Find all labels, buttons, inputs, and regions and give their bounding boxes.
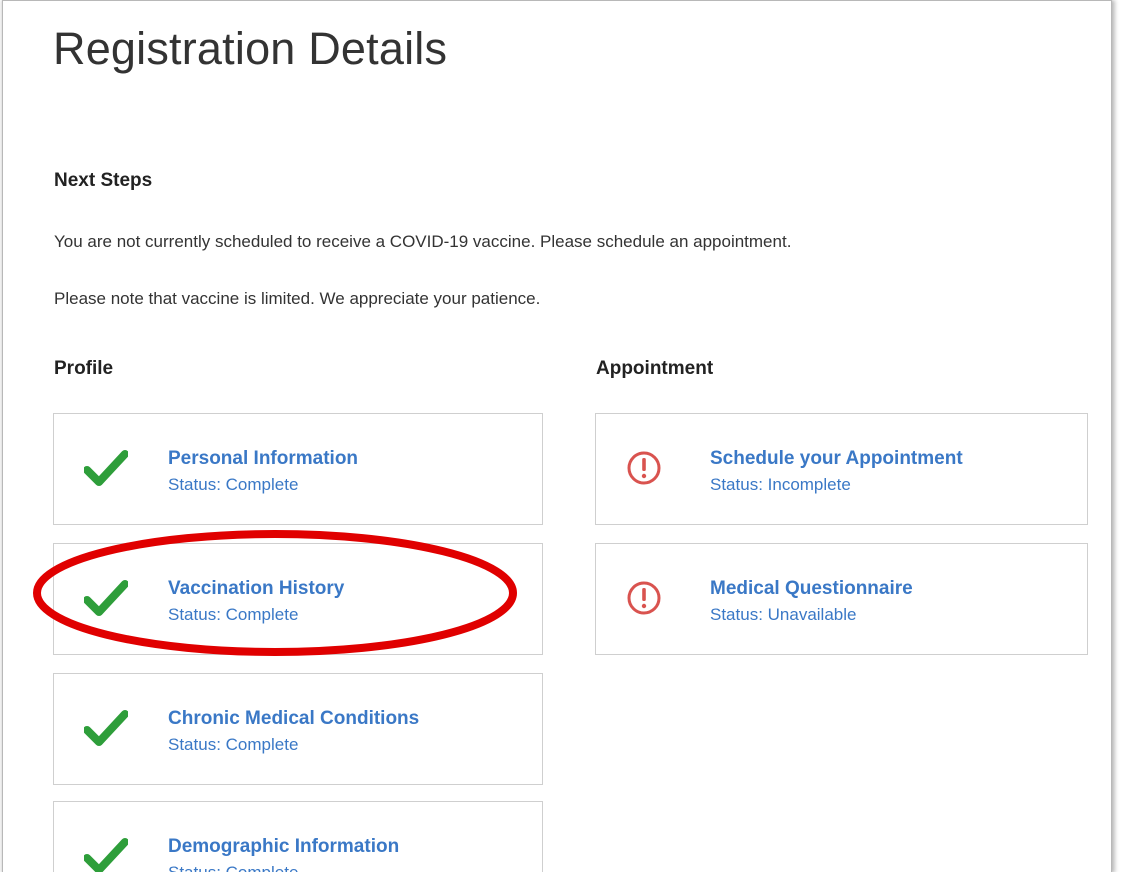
card-status: Status: Unavailable [710, 605, 857, 624]
profile-card-personal-information[interactable]: Personal Information Status: Complete [53, 413, 543, 525]
next-steps-heading: Next Steps [54, 170, 153, 191]
profile-card-demographic-information[interactable]: Demographic Information Status: Complete [53, 801, 543, 872]
card-title[interactable]: Demographic Information [168, 836, 399, 858]
checkmark-icon [83, 578, 129, 618]
card-status: Status: Incomplete [710, 475, 851, 494]
card-status: Status: Complete [168, 735, 299, 754]
appointment-heading: Appointment [596, 358, 714, 379]
screenshot-frame: Registration Details Next Steps You are … [0, 0, 1121, 872]
card-status: Status: Complete [168, 605, 299, 624]
appointment-card-medical-questionnaire[interactable]: Medical Questionnaire Status: Unavailabl… [595, 543, 1088, 655]
card-status: Status: Complete [168, 475, 299, 494]
registration-panel: Registration Details Next Steps You are … [2, 0, 1112, 872]
card-title[interactable]: Vaccination History [168, 578, 344, 600]
card-title[interactable]: Schedule your Appointment [710, 448, 963, 470]
checkmark-icon [83, 708, 129, 748]
card-title[interactable]: Chronic Medical Conditions [168, 708, 419, 730]
card-title[interactable]: Medical Questionnaire [710, 578, 913, 600]
profile-heading: Profile [54, 358, 114, 379]
next-steps-message: You are not currently scheduled to recei… [54, 232, 792, 251]
card-title[interactable]: Personal Information [168, 448, 358, 470]
profile-card-vaccination-history[interactable]: Vaccination History Status: Complete [53, 543, 543, 655]
profile-card-chronic-medical-conditions[interactable]: Chronic Medical Conditions Status: Compl… [53, 673, 543, 785]
page-title: Registration Details [53, 23, 448, 74]
checkmark-icon [83, 836, 129, 872]
appointment-card-schedule[interactable]: Schedule your Appointment Status: Incomp… [595, 413, 1088, 525]
vaccine-limited-note: Please note that vaccine is limited. We … [54, 289, 541, 308]
card-status: Status: Complete [168, 863, 298, 872]
alert-circle-icon [624, 578, 668, 618]
alert-circle-icon [624, 448, 668, 488]
checkmark-icon [83, 448, 129, 488]
